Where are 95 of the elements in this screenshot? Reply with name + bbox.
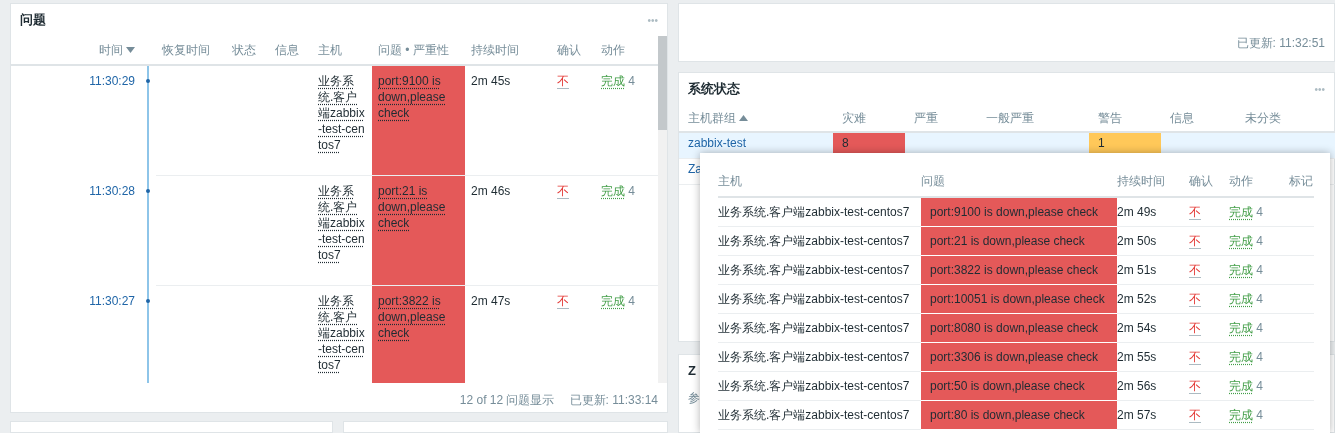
acknowledge-link[interactable]: 不 [557,294,569,308]
problem-name: port:3822 is down,please check [930,263,1100,277]
action-count: 4 [1256,349,1264,364]
acknowledge-link[interactable]: 不 [1189,320,1201,335]
acknowledge-link[interactable]: 不 [1189,291,1201,306]
column-header: 状态 [232,42,256,57]
duration: 2m 45s [465,65,551,176]
updated-time: 已更新: 11:32:51 [1236,35,1325,52]
duration: 2m 49s [1117,197,1189,227]
panel-title: Z [688,363,696,378]
action-count: 4 [628,184,636,198]
action-count: 4 [1256,320,1264,335]
problem-name: port:50 is down,please check [930,379,1086,393]
problem-link[interactable]: port:9100 is down,please check [378,73,459,121]
updated-time: 已更新: 11:33:14 [569,392,658,409]
action-count: 4 [1256,204,1264,219]
duration: 2m 51s [1117,255,1189,285]
host-link[interactable]: 业务系统.客户端zabbix-test-centos7 [318,73,366,153]
problem-name: port:3306 is down,please check [930,350,1100,364]
acknowledge-link[interactable]: 不 [1189,407,1201,422]
acknowledge-link[interactable]: 不 [557,74,569,88]
time-link[interactable]: 11:30:27 [89,293,135,308]
duration: 2m 54s [1117,313,1189,343]
actions-link[interactable]: 完成 [1229,204,1253,219]
acknowledge-link[interactable]: 不 [1189,262,1201,277]
time-link[interactable]: 11:30:28 [89,183,135,198]
time-link[interactable]: 11:30:29 [89,74,135,88]
problem-name: port:21 is down,please check [930,234,1086,248]
column-header: 动作 [601,42,625,57]
column-header: 持续时间 [1117,174,1165,188]
column-header[interactable]: 主机群组 [688,110,736,125]
column-header: 信息 [1170,110,1194,125]
action-count: 4 [628,74,636,88]
problem-name: port:80 is down,please check [930,408,1086,422]
duration: 2m 47s [465,285,551,383]
duration: 2m 57s [1117,400,1189,430]
actions-link[interactable]: 完成 [1229,320,1253,335]
actions-link[interactable]: 完成 [1229,262,1253,277]
duration: 2m 56s [1117,371,1189,401]
problem-count: 12 of 12 问题显示 [459,392,555,409]
duration: 2m 50s [1117,226,1189,256]
column-header: 问题 [921,174,945,188]
actions-link[interactable]: 完成 [601,294,625,308]
panel-title: 系统状态 [688,80,740,98]
scrollbar[interactable] [658,36,667,383]
actions-link[interactable]: 完成 [1229,291,1253,306]
host-link[interactable]: 业务系统.客户端zabbix-test-centos7 [318,293,366,373]
acknowledge-link[interactable]: 不 [557,184,569,198]
actions-link[interactable]: 完成 [1229,233,1253,248]
problem-name: port:9100 is down,please check [930,205,1100,219]
acknowledge-link[interactable]: 不 [1189,349,1201,364]
problem-link[interactable]: port:21 is down,please check [378,183,459,231]
timeline-dot-icon [146,188,150,193]
column-header[interactable]: 时间 [98,42,123,57]
panel-title: 问题 [20,11,46,29]
action-count: 4 [1256,407,1264,422]
column-header: 警告 [1098,110,1122,125]
column-header: 问题 • 严重性 [378,42,449,57]
actions-link[interactable]: 完成 [1229,378,1253,393]
column-header: 信息 [275,42,299,57]
problem-name: port:8080 is down,please check [930,321,1100,335]
column-header: 主机 [318,42,342,57]
column-header: 持续时间 [471,42,519,57]
timeline-dot-icon [146,79,150,83]
duration: 2m 52s [1117,284,1189,314]
actions-link[interactable]: 完成 [1229,407,1253,422]
action-count: 4 [628,294,636,308]
host-link[interactable]: 业务系统.客户端zabbix-test-centos7 [318,183,366,263]
acknowledge-link[interactable]: 不 [1189,378,1201,393]
problem-name: port:10051 is down,please check [930,292,1106,306]
column-header: 标记 [1289,174,1313,188]
duration: 2m 46s [465,175,551,286]
problem-link[interactable]: port:3822 is down,please check [378,293,459,341]
column-header: 一般严重 [986,110,1034,125]
duration: 2m 55s [1117,342,1189,372]
actions-link[interactable]: 完成 [601,184,625,198]
scrollbar-thumb[interactable] [658,36,667,130]
action-count: 4 [1256,262,1264,277]
column-header: 动作 [1229,174,1253,188]
column-header: 恢复时间 [162,42,210,57]
label: 参 [688,390,700,407]
acknowledge-link[interactable]: 不 [1189,233,1201,248]
acknowledge-link[interactable]: 不 [1189,204,1201,219]
action-count: 4 [1256,378,1264,393]
column-header: 确认 [557,42,581,57]
column-header: 严重 [914,110,938,125]
actions-link[interactable]: 完成 [601,74,625,88]
action-count: 4 [1256,291,1264,306]
column-header: 灾难 [842,110,866,125]
actions-link[interactable]: 完成 [1229,349,1253,364]
column-header: 主机 [718,174,742,188]
column-header: 未分类 [1245,110,1281,125]
action-count: 4 [1256,233,1264,248]
column-header: 确认 [1189,174,1213,188]
timeline-dot-icon [146,298,150,303]
